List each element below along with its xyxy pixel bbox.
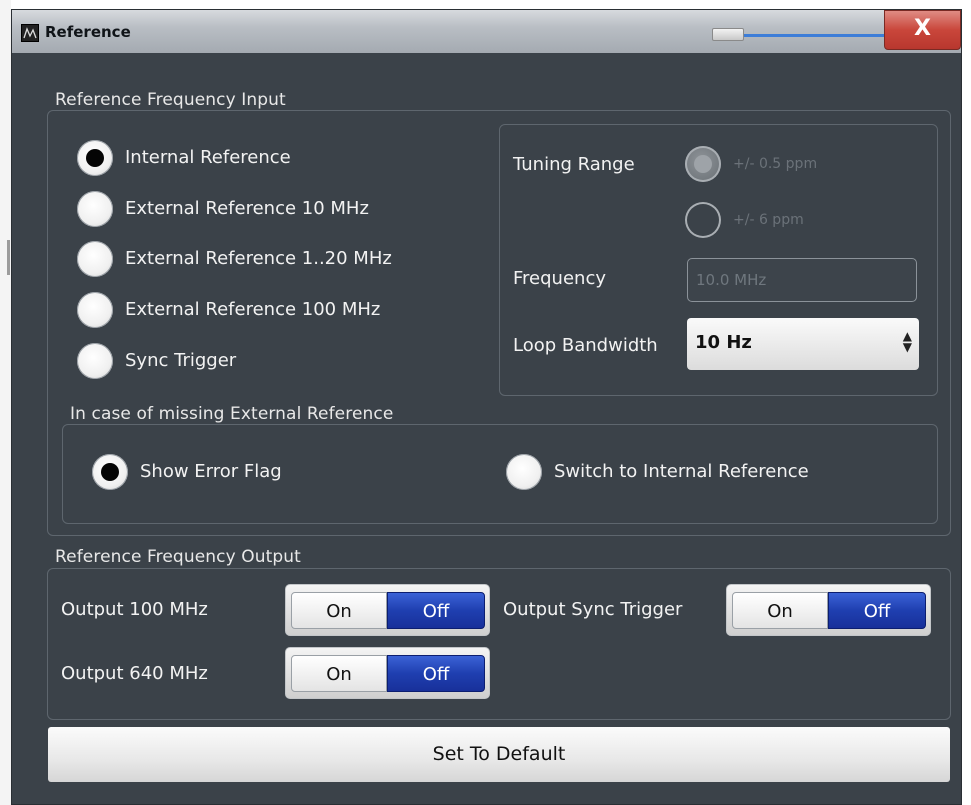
reference-input-group-label: Reference Frequency Input (55, 90, 286, 110)
radio-label: Switch to Internal Reference (554, 461, 809, 482)
reference-output-group-label: Reference Frequency Output (55, 547, 301, 567)
toggle-off-button[interactable]: Off (387, 592, 485, 629)
radio-button-selected[interactable] (92, 454, 128, 490)
toggle-on-button[interactable]: On (732, 592, 828, 629)
window-title: Reference (45, 23, 131, 41)
output-640mhz-toggle[interactable]: On Off (285, 647, 490, 699)
loop-bandwidth-label: Loop Bandwidth (513, 335, 658, 356)
toggle-off-button[interactable]: Off (828, 592, 926, 629)
radio-label: +/- 6 ppm (733, 212, 804, 228)
output-100mhz-toggle[interactable]: On Off (285, 584, 490, 636)
radio-button-disabled-selected (685, 146, 721, 182)
radio-button[interactable] (77, 241, 113, 277)
radio-label: Show Error Flag (140, 461, 282, 482)
radio-label: +/- 0.5 ppm (733, 156, 818, 172)
radio-label: External Reference 1..20 MHz (125, 248, 392, 269)
radio-button[interactable] (506, 454, 542, 490)
output-640mhz-label: Output 640 MHz (61, 663, 208, 684)
spinner-arrows-icon: ▲ ▼ (902, 329, 912, 354)
loop-bandwidth-select[interactable]: 10 Hz ▲ ▼ (687, 318, 919, 370)
app-icon (21, 24, 39, 42)
radio-button-disabled (685, 202, 721, 238)
reference-dialog: Reference X Reference Frequency Input In… (11, 9, 962, 805)
toggle-off-button[interactable]: Off (387, 655, 485, 692)
radio-label: Sync Trigger (125, 350, 237, 371)
radio-button-selected[interactable] (77, 140, 113, 176)
set-to-default-button[interactable]: Set To Default (48, 727, 950, 782)
background-edge-mark (7, 240, 10, 275)
radio-label: External Reference 100 MHz (125, 299, 381, 320)
tuning-range-label: Tuning Range (513, 154, 635, 175)
loop-bandwidth-value: 10 Hz (695, 332, 752, 353)
toggle-on-button[interactable]: On (291, 655, 387, 692)
radio-label: External Reference 10 MHz (125, 198, 369, 219)
radio-button[interactable] (77, 343, 113, 379)
output-100mhz-label: Output 100 MHz (61, 599, 208, 620)
background-edge (0, 0, 11, 805)
frequency-input[interactable]: 10.0 MHz (687, 258, 917, 302)
radio-label: Internal Reference (125, 147, 291, 168)
close-button[interactable]: X (884, 10, 961, 50)
output-sync-trigger-toggle[interactable]: On Off (726, 584, 931, 636)
title-slider-knob[interactable] (712, 28, 744, 41)
missing-reference-group-label: In case of missing External Reference (70, 404, 394, 424)
radio-button[interactable] (77, 191, 113, 227)
close-icon: X (914, 16, 931, 41)
output-sync-trigger-label: Output Sync Trigger (503, 599, 683, 620)
toggle-on-button[interactable]: On (291, 592, 387, 629)
frequency-label: Frequency (513, 268, 606, 289)
radio-button[interactable] (77, 292, 113, 328)
title-bar[interactable]: Reference X (12, 10, 961, 53)
